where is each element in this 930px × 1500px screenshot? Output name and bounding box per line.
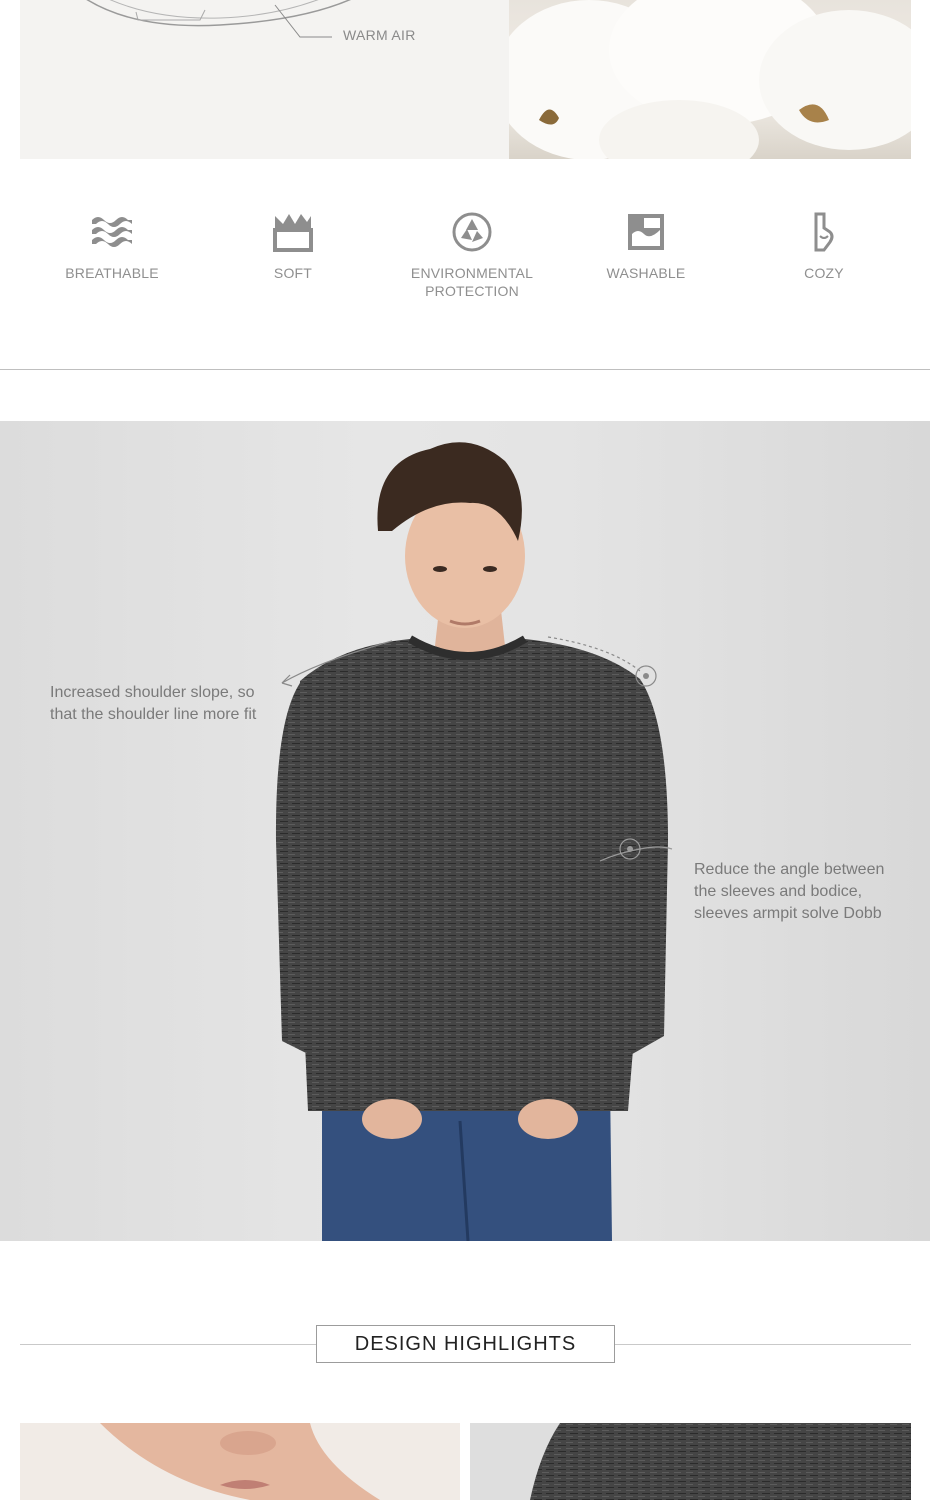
feature-label: BREATHABLE — [65, 265, 159, 281]
model-illustration — [275, 442, 673, 1241]
warm-air-diagram-panel: WARM AIR — [20, 0, 509, 159]
warm-air-diagram — [86, 0, 351, 38]
feature-label: SOFT — [273, 265, 313, 281]
cotton-illustration — [509, 0, 911, 159]
heading-rule-left — [20, 1344, 316, 1345]
model-photo-section: Increased shoulder slope, so that the sh… — [0, 421, 930, 1241]
detail-photo-knit — [470, 1423, 911, 1500]
callout-sleeve-angle: Reduce the angle between the sleeves and… — [694, 861, 885, 922]
cotton-photo — [509, 0, 911, 159]
warm-air-label: WARM AIR — [343, 27, 416, 43]
face-closeup — [20, 1423, 460, 1500]
detail-photo-face — [20, 1423, 460, 1500]
feature-label: COZY — [804, 265, 844, 281]
crown-box-icon — [273, 214, 313, 252]
callout-shoulder-slope: Increased shoulder slope, so that the sh… — [50, 684, 257, 723]
feature-label: ENVIRONMENTAL PROTECTION — [410, 265, 534, 299]
design-highlights-heading: DESIGN HIGHLIGHTS — [316, 1325, 615, 1363]
design-highlights-title: DESIGN HIGHLIGHTS — [354, 1332, 577, 1355]
section-divider — [0, 369, 930, 370]
feature-environmental-protection: ENVIRONMENTAL PROTECTION — [392, 210, 552, 300]
feature-soft: SOFT — [213, 210, 373, 282]
feature-washable: WASHABLE — [566, 210, 726, 282]
feature-breathable: BREATHABLE — [32, 210, 192, 282]
wash-icon — [628, 214, 664, 250]
heading-rule-right — [615, 1344, 911, 1345]
knit-closeup — [470, 1423, 911, 1500]
feature-label: WASHABLE — [606, 265, 686, 281]
feature-cozy: COZY — [744, 210, 904, 282]
recycle-icon — [452, 212, 492, 252]
waves-icon — [92, 217, 132, 247]
hand-icon — [814, 212, 834, 252]
